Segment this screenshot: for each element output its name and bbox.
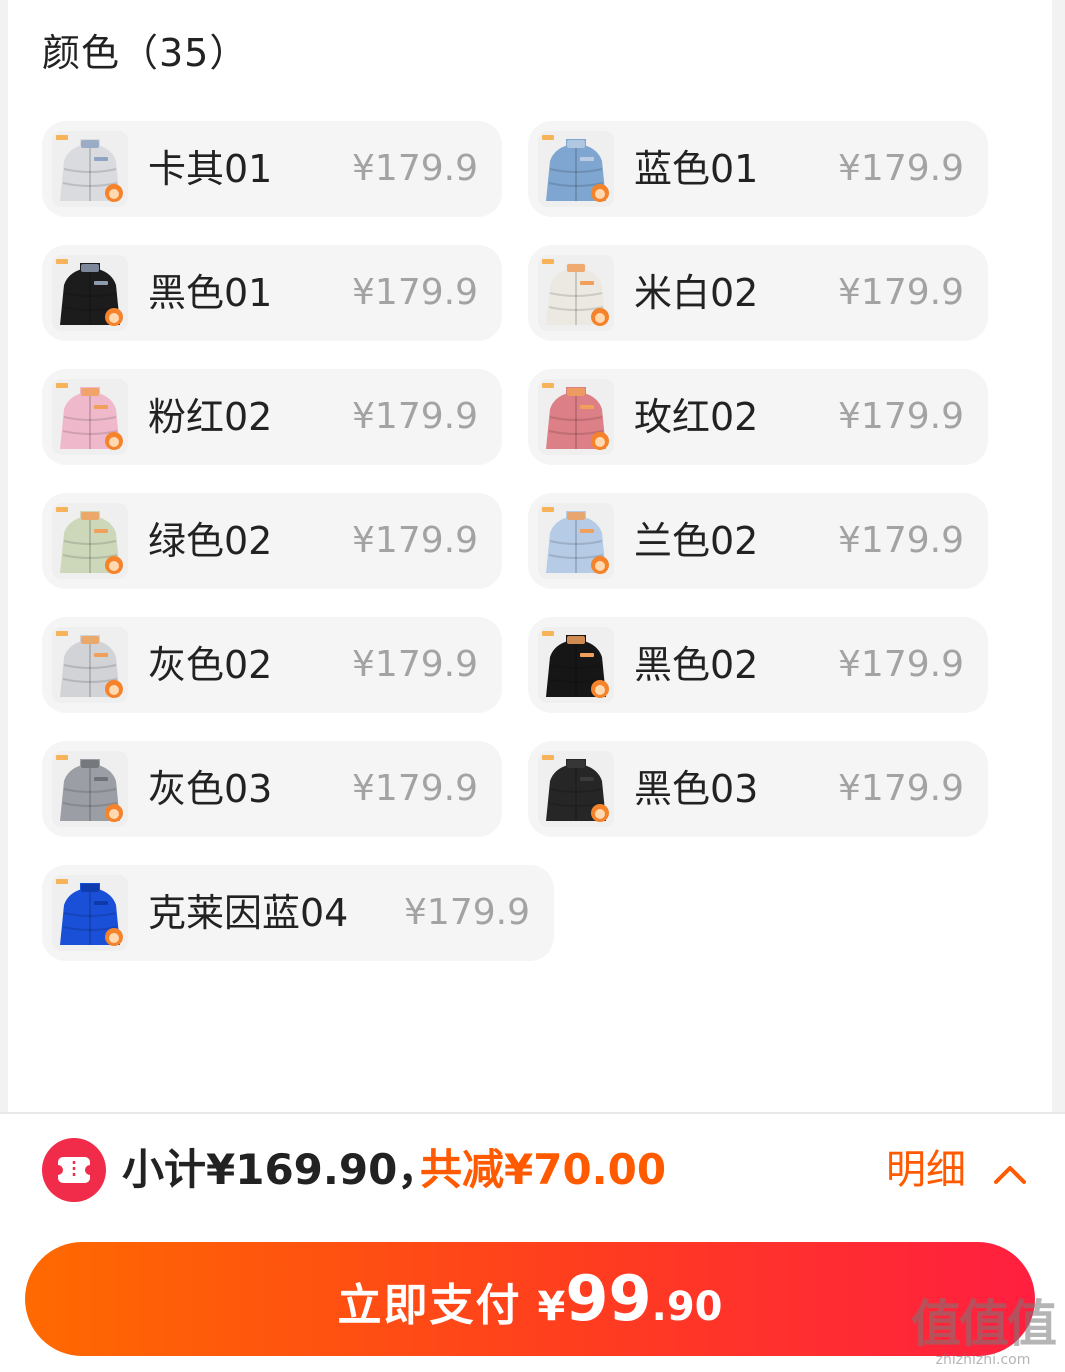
jacket-image xyxy=(52,875,128,951)
pay-currency: ¥ xyxy=(537,1284,566,1330)
subtotal-text: 小计¥169.90， xyxy=(122,1145,440,1194)
jacket-image xyxy=(538,255,614,331)
variant-option[interactable]: 黑色03 ¥179.9 xyxy=(528,741,988,837)
variant-name: 玫红02 xyxy=(634,395,759,439)
coupon-ticket-icon[interactable] xyxy=(42,1138,106,1202)
jacket-image xyxy=(538,627,614,703)
variant-name: 蓝色01 xyxy=(634,147,759,191)
jacket-image xyxy=(52,379,128,455)
variant-price: ¥179.9 xyxy=(352,644,478,685)
jacket-thumbnail xyxy=(52,503,128,579)
variant-name: 兰色02 xyxy=(634,519,759,563)
variant-price: ¥179.9 xyxy=(838,148,964,189)
jacket-image xyxy=(52,255,128,331)
watermark: 值值值 zhizhizhi.com xyxy=(911,1295,1057,1368)
pay-amount-decimal: .90 xyxy=(651,1284,723,1330)
jacket-thumbnail xyxy=(538,503,614,579)
jacket-image xyxy=(52,131,128,207)
variant-option[interactable]: 玫红02 ¥179.9 xyxy=(528,369,988,465)
jacket-image xyxy=(538,131,614,207)
variant-name: 克莱因蓝04 xyxy=(148,891,349,935)
jacket-image xyxy=(52,751,128,827)
chevron-up-icon xyxy=(993,1142,1027,1202)
variant-name: 黑色01 xyxy=(148,271,273,315)
variant-price: ¥179.9 xyxy=(352,768,478,809)
watermark-url: zhizhizhi.com xyxy=(935,1352,1031,1368)
jacket-thumbnail xyxy=(52,875,128,951)
variant-name: 灰色03 xyxy=(148,767,273,811)
jacket-thumbnail xyxy=(538,379,614,455)
jacket-thumbnail xyxy=(52,131,128,207)
jacket-thumbnail xyxy=(538,255,614,331)
variant-price: ¥179.9 xyxy=(838,768,964,809)
variant-option[interactable]: 卡其01 ¥179.9 xyxy=(42,121,502,217)
variant-price: ¥179.9 xyxy=(352,148,478,189)
variant-price: ¥179.9 xyxy=(838,396,964,437)
variant-option[interactable]: 蓝色01 ¥179.9 xyxy=(528,121,988,217)
jacket-thumbnail xyxy=(538,131,614,207)
jacket-image xyxy=(52,503,128,579)
detail-button[interactable]: 明细 xyxy=(886,1140,1027,1200)
variant-option[interactable]: 绿色02 ¥179.9 xyxy=(42,493,502,589)
variant-option[interactable]: 灰色02 ¥179.9 xyxy=(42,617,502,713)
variant-price: ¥179.9 xyxy=(352,396,478,437)
jacket-thumbnail xyxy=(52,255,128,331)
variant-name: 粉红02 xyxy=(148,395,273,439)
checkout-footer: 小计¥169.90， 共减¥70.00 明细 立即支付 ¥99.90 值值值 zh… xyxy=(0,1112,1065,1372)
jacket-thumbnail xyxy=(538,627,614,703)
variant-name: 黑色02 xyxy=(634,643,759,687)
variant-name: 灰色02 xyxy=(148,643,273,687)
variant-option[interactable]: 黑色01 ¥179.9 xyxy=(42,245,502,341)
jacket-thumbnail xyxy=(52,627,128,703)
watermark-logo: 值值值 xyxy=(911,1295,1057,1353)
variant-option[interactable]: 粉红02 ¥179.9 xyxy=(42,369,502,465)
discount-text: 共减¥70.00 xyxy=(420,1145,667,1194)
variant-sheet: 颜色（35） 卡其01 ¥179.9 蓝色01 ¥179.9 黑色01 ¥179.9 米白0… xyxy=(8,0,1052,1112)
variant-option[interactable]: 兰色02 ¥179.9 xyxy=(528,493,988,589)
section-title: 颜色（35） xyxy=(42,31,249,75)
variant-price: ¥179.9 xyxy=(838,644,964,685)
variant-price: ¥179.9 xyxy=(352,272,478,313)
pay-button-label: 立即支付 xyxy=(337,1280,522,1331)
variant-name: 卡其01 xyxy=(148,147,273,191)
variant-price: ¥179.9 xyxy=(838,272,964,313)
jacket-thumbnail xyxy=(52,379,128,455)
variant-option[interactable]: 克莱因蓝04 ¥179.9 xyxy=(42,865,554,961)
variant-option[interactable]: 黑色02 ¥179.9 xyxy=(528,617,988,713)
detail-label: 明细 xyxy=(886,1147,966,1193)
variant-price: ¥179.9 xyxy=(838,520,964,561)
pay-now-button[interactable]: 立即支付 ¥99.90 xyxy=(25,1242,1035,1356)
jacket-thumbnail xyxy=(52,751,128,827)
jacket-thumbnail xyxy=(538,751,614,827)
variant-name: 黑色03 xyxy=(634,767,759,811)
jacket-image xyxy=(538,751,614,827)
variant-option[interactable]: 米白02 ¥179.9 xyxy=(528,245,988,341)
variant-price: ¥179.9 xyxy=(352,520,478,561)
pay-amount-integer: 99 xyxy=(565,1262,652,1335)
variant-option[interactable]: 灰色03 ¥179.9 xyxy=(42,741,502,837)
variant-name: 米白02 xyxy=(634,271,759,315)
jacket-image xyxy=(538,503,614,579)
variant-price: ¥179.9 xyxy=(404,892,530,933)
variant-name: 绿色02 xyxy=(148,519,273,563)
jacket-image xyxy=(538,379,614,455)
jacket-image xyxy=(52,627,128,703)
